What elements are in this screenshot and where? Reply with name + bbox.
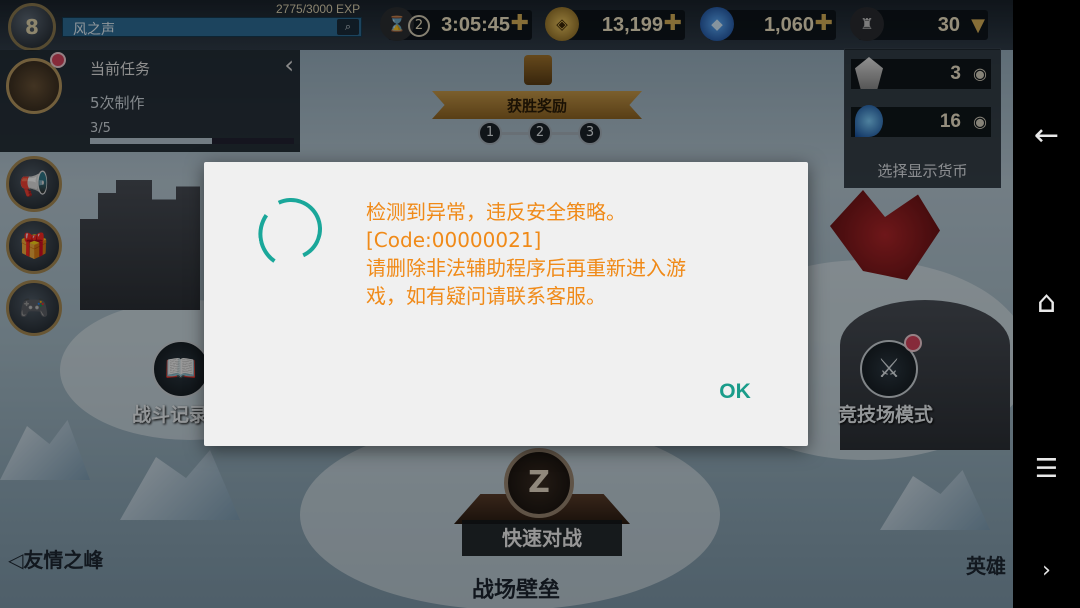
security-alert-dialog: 检测到异常，违反安全策略。 [Code:00000021] 请删除非法辅助程序后… bbox=[204, 162, 808, 446]
android-navigation-bar: ← ⌂ ☰ › bbox=[1013, 0, 1080, 608]
menu-button[interactable]: ☰ bbox=[1013, 444, 1080, 494]
game-scene: 8 2775/3000 EXP 风之声 ⌕ ⌛ 2 3:05:45 ✚ ◈ 13… bbox=[0, 0, 1013, 608]
ok-button[interactable]: OK bbox=[704, 374, 766, 410]
loading-spinner-icon bbox=[251, 189, 331, 269]
more-button[interactable]: › bbox=[1013, 545, 1080, 595]
dialog-line: [Code:00000021] bbox=[366, 228, 542, 252]
dialog-line: 请删除非法辅助程序后再重新进入游 bbox=[366, 256, 686, 280]
home-button[interactable]: ⌂ bbox=[1013, 277, 1080, 327]
dialog-line: 检测到异常，违反安全策略。 bbox=[366, 200, 626, 224]
dialog-message: 检测到异常，违反安全策略。 [Code:00000021] 请删除非法辅助程序后… bbox=[366, 198, 766, 310]
back-button[interactable]: ← bbox=[1013, 110, 1080, 160]
dialog-line: 戏，如有疑问请联系客服。 bbox=[366, 284, 606, 308]
